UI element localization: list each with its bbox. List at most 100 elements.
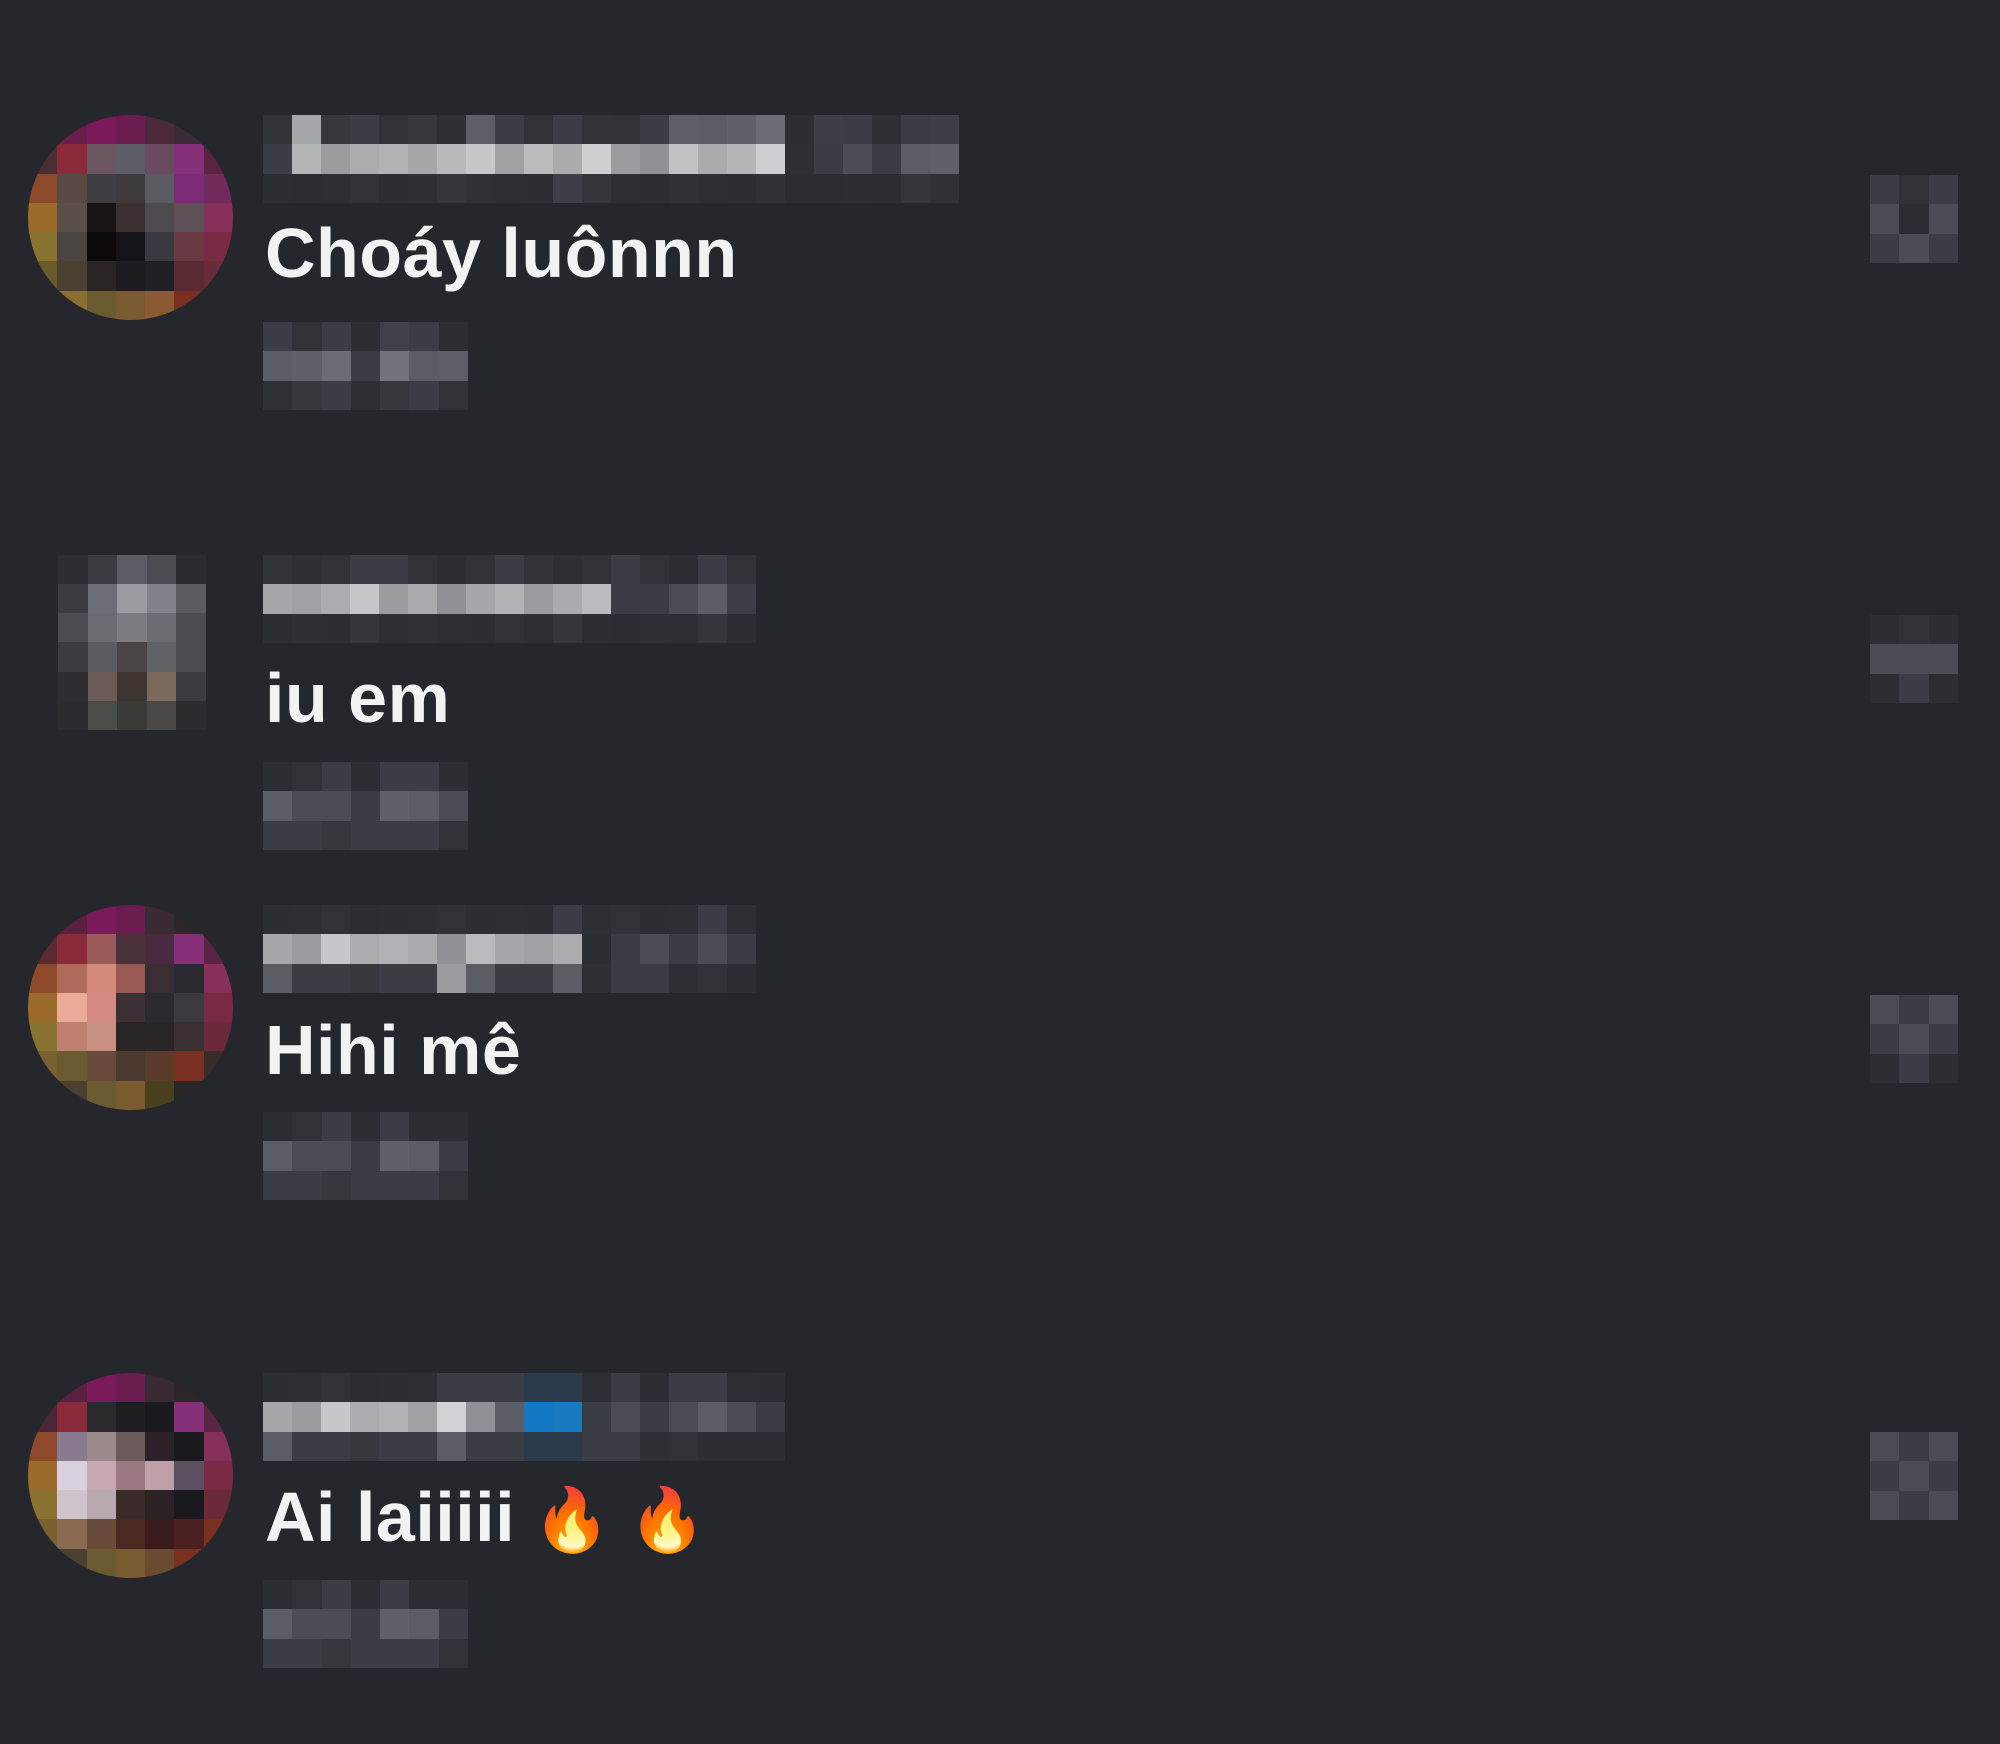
redaction-pixel [438, 791, 468, 821]
redaction-pixel [292, 762, 322, 792]
redaction-pixel [87, 700, 118, 730]
redaction-pixel [495, 963, 524, 993]
redaction-pixel [86, 173, 116, 203]
heart-icon[interactable] [1870, 1432, 1958, 1520]
redaction-pixel [86, 1022, 116, 1052]
redaction-pixel [145, 115, 175, 145]
redaction-pixel [1899, 175, 1929, 205]
redaction-pixel [145, 963, 175, 993]
redaction-pixel [115, 173, 146, 203]
redaction-pixel [582, 173, 611, 203]
redaction-pixel [263, 762, 293, 792]
redaction-pixel [174, 144, 204, 174]
redaction-pixel [524, 1373, 553, 1403]
redaction-pixel [57, 173, 87, 203]
redaction-pixel [146, 555, 177, 585]
redaction-pixel [698, 173, 727, 203]
redaction-pixel [727, 173, 756, 203]
redaction-pixel [145, 1402, 175, 1432]
redaction-pixel [263, 144, 292, 174]
redaction-pixel [28, 202, 58, 233]
redaction-pixel [466, 144, 495, 174]
redaction-pixel [145, 202, 175, 233]
redaction-pixel [698, 1373, 727, 1403]
redaction-pixel [86, 1051, 116, 1081]
redaction-pixel [203, 115, 233, 145]
avatar[interactable] [28, 115, 233, 320]
redaction-pixel [379, 555, 408, 585]
redaction-pixel [350, 934, 379, 964]
redaction-pixel [495, 934, 524, 964]
redaction-pixel [409, 380, 439, 410]
avatar[interactable] [28, 905, 233, 1110]
redaction-pixel [145, 1373, 175, 1403]
redaction-pixel [263, 1170, 293, 1200]
redaction-pixel [640, 584, 669, 614]
redaction-pixel [86, 963, 116, 993]
heart-icon[interactable] [1870, 615, 1958, 703]
redaction-pixel [466, 934, 495, 964]
redaction-pixel [350, 791, 381, 821]
username-redacted[interactable] [263, 115, 959, 203]
redaction-pixel [174, 1548, 204, 1578]
redaction-pixel [1928, 1490, 1958, 1520]
redaction-pixel [321, 1580, 351, 1610]
redaction-pixel [145, 1490, 175, 1520]
redaction-pixel [321, 791, 351, 821]
redaction-pixel [553, 1402, 582, 1432]
redaction-pixel [669, 173, 698, 203]
avatar[interactable] [28, 1373, 233, 1578]
redaction-pixel [263, 1373, 292, 1403]
redaction-pixel [872, 173, 901, 203]
redaction-pixel [115, 1022, 146, 1052]
redaction-pixel [380, 1170, 410, 1200]
redaction-pixel [495, 905, 524, 935]
redaction-pixel [350, 584, 379, 614]
username-redacted[interactable] [263, 905, 756, 993]
redaction-pixel [57, 202, 87, 233]
redaction-pixel [145, 1548, 175, 1578]
redaction-pixel [814, 144, 843, 174]
redaction-pixel [640, 1431, 669, 1461]
redaction-pixel [408, 905, 437, 935]
heart-icon[interactable] [1870, 995, 1958, 1083]
username-redacted[interactable] [263, 555, 756, 643]
redaction-pixel [87, 642, 118, 672]
comment-meta-redacted[interactable] [263, 322, 468, 410]
redaction-pixel [86, 905, 116, 935]
username-redacted[interactable] [263, 1373, 785, 1461]
redaction-pixel [408, 613, 437, 643]
redaction-pixel [57, 1490, 87, 1520]
redaction-pixel [409, 351, 439, 381]
redaction-pixel [174, 1022, 204, 1052]
redaction-pixel [263, 1431, 292, 1461]
redaction-pixel [292, 380, 322, 410]
redaction-pixel [727, 963, 756, 993]
heart-icon[interactable] [1870, 175, 1958, 263]
comment-meta-redacted[interactable] [263, 762, 468, 850]
redaction-pixel [57, 1080, 87, 1110]
redaction-pixel [203, 1519, 233, 1549]
redaction-pixel [146, 700, 177, 730]
comment-text: Hihi mê [265, 1015, 521, 1085]
redaction-pixel [409, 1580, 439, 1610]
redaction-pixel [495, 115, 524, 145]
redaction-pixel [115, 1460, 146, 1491]
comment-meta-redacted[interactable] [263, 1112, 468, 1200]
redaction-pixel [1870, 233, 1900, 263]
redaction-pixel [380, 1580, 410, 1610]
redaction-pixel [203, 1460, 233, 1491]
redaction-pixel [640, 963, 669, 993]
redaction-pixel [438, 380, 468, 410]
redaction-pixel [582, 613, 611, 643]
comment-text: Choáy luônnn [265, 218, 738, 288]
redaction-pixel [408, 1431, 437, 1461]
redaction-pixel [438, 820, 468, 850]
redaction-pixel [669, 144, 698, 174]
avatar[interactable] [58, 555, 206, 730]
redaction-pixel [466, 1431, 495, 1461]
redaction-pixel [466, 1373, 495, 1403]
redaction-pixel [292, 1170, 322, 1200]
comment-meta-redacted[interactable] [263, 1580, 468, 1668]
redaction-pixel [1899, 1490, 1929, 1520]
